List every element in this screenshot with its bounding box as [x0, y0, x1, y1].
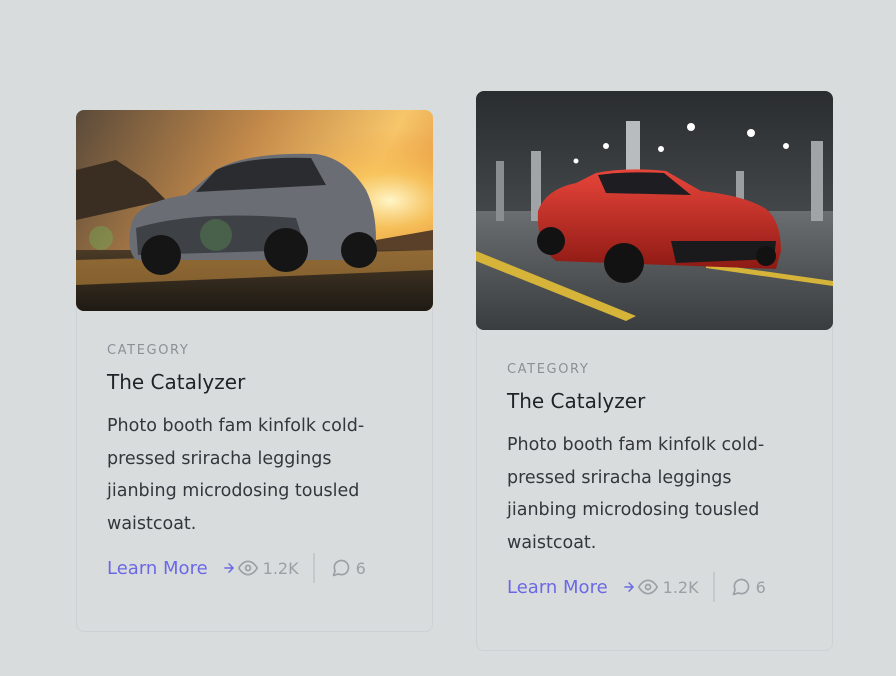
eye-icon	[637, 579, 658, 595]
views-count: 1.2K	[637, 572, 715, 602]
comment-icon	[732, 578, 749, 596]
card-title: The Catalyzer	[507, 389, 646, 413]
views-value: 1.2K	[662, 577, 699, 597]
comments-count: 6	[331, 558, 366, 578]
card-description: Photo booth fam kinfolk cold-pressed sri…	[507, 435, 765, 553]
views-value: 1.2K	[262, 558, 299, 578]
learn-more-link[interactable]: Learn More	[507, 577, 636, 598]
blog-card: CATEGORY The Catalyzer Photo booth fam k…	[76, 110, 433, 632]
blog-card: CATEGORY The Catalyzer Photo booth fam k…	[476, 91, 833, 651]
comment-icon	[332, 559, 349, 577]
comments-value: 6	[355, 558, 366, 578]
card-image	[76, 110, 433, 311]
arrow-right-icon	[623, 582, 634, 592]
card-image	[476, 91, 833, 330]
card-title: The Catalyzer	[107, 370, 246, 394]
learn-more-link[interactable]: Learn More	[107, 558, 236, 579]
arrow-right-icon	[223, 563, 234, 573]
card-description: Photo booth fam kinfolk cold-pressed sri…	[107, 416, 365, 534]
card-category: CATEGORY	[107, 343, 190, 358]
card-category: CATEGORY	[507, 362, 590, 377]
learn-more-label: Learn More	[507, 576, 608, 598]
learn-more-label: Learn More	[107, 557, 208, 579]
comments-count: 6	[731, 577, 766, 597]
card-footer: Learn More 1.2K 6	[107, 553, 402, 583]
views-count: 1.2K	[237, 553, 315, 583]
comments-value: 6	[755, 577, 766, 597]
eye-icon	[237, 560, 258, 576]
card-footer: Learn More 1.2K 6	[507, 572, 802, 602]
